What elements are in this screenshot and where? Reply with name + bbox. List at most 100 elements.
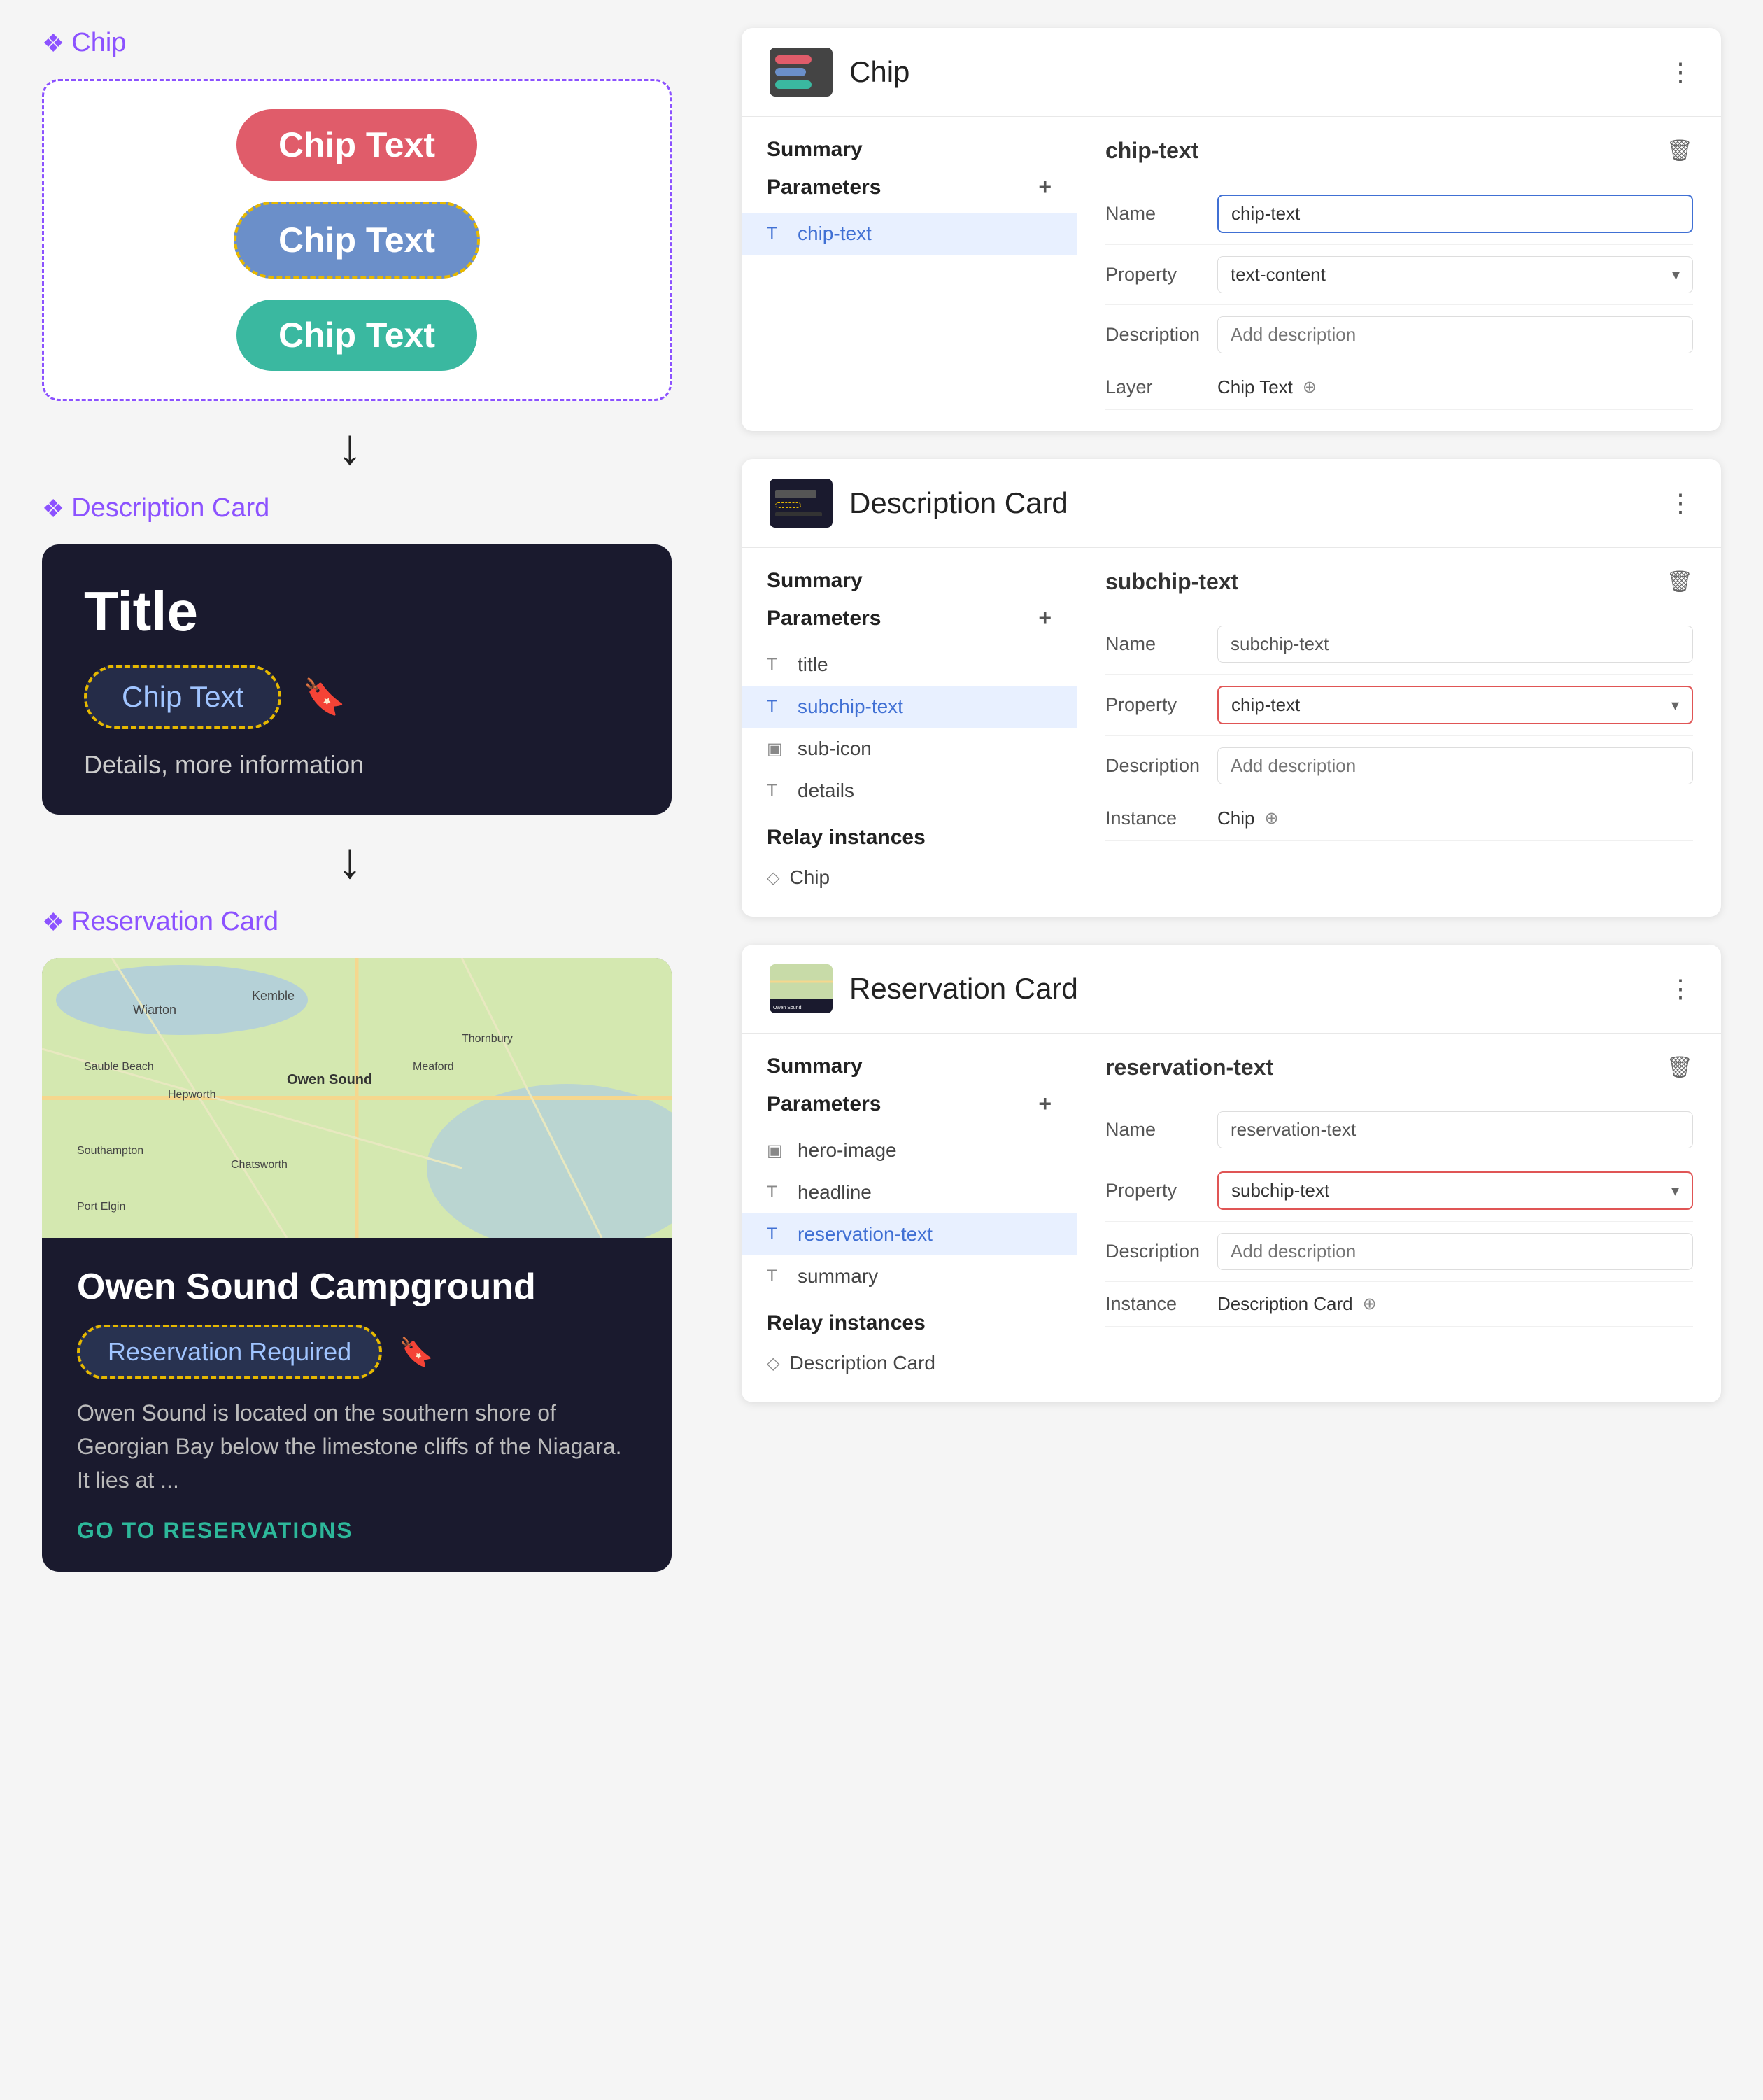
desc-panel-right: subchip-text 🗑 Name Property chip-text ▾ (1077, 548, 1721, 917)
chip-panel-header: Chip ⋮ (742, 28, 1721, 117)
chip-panel-card: Chip ⋮ Summary Parameters + T chip-text (742, 28, 1721, 431)
desc-description-input[interactable] (1217, 747, 1693, 784)
desc-relay-diamond: ◇ (767, 868, 779, 888)
chip-pill-red: Chip Text (236, 109, 477, 181)
res-property-value[interactable]: subchip-text ▾ (1217, 1171, 1693, 1210)
desc-property-label: Property (1105, 694, 1217, 716)
desc-panel-kebab[interactable]: ⋮ (1668, 488, 1693, 518)
res-property-chevron: ▾ (1671, 1182, 1679, 1200)
diamond-icon-2: ❖ (42, 494, 64, 523)
rc-chip: Reservation Required (77, 1325, 382, 1379)
desc-param-subchip[interactable]: T subchip-text (742, 686, 1077, 728)
res-relay-desc[interactable]: ◇ Description Card (767, 1345, 1052, 1381)
desc-panel-card: Description Card ⋮ Summary Parameters + … (742, 459, 1721, 917)
chip-description-input[interactable] (1217, 316, 1693, 353)
res-card-preview: Wiarton Kemble Sauble Beach Hepworth Owe… (42, 958, 672, 1572)
chip-panel-kebab[interactable]: ⋮ (1668, 57, 1693, 87)
res-plus-icon[interactable]: + (1038, 1091, 1052, 1117)
desc-panel-header: Description Card ⋮ (742, 459, 1721, 548)
chip-pill-blue: Chip Text (234, 202, 480, 279)
res-trash-icon[interactable]: 🗑 (1666, 1055, 1693, 1080)
desc-relay-section: Relay instances ◇ Chip (742, 812, 1077, 896)
desc-right-header: subchip-text 🗑 (1105, 569, 1693, 595)
res-panel-kebab[interactable]: ⋮ (1668, 974, 1693, 1003)
chip-panel-title: Chip (849, 55, 909, 89)
svg-text:Southampton: Southampton (77, 1145, 143, 1157)
desc-description-value (1217, 747, 1693, 784)
chip-description-label: Description (1105, 324, 1217, 346)
res-panel-header-left: Owen Sound Reservation Card (770, 964, 1078, 1013)
desc-property-select-text: chip-text (1231, 694, 1671, 716)
desc-property-select[interactable]: chip-text ▾ (1217, 686, 1693, 724)
bookmark-icon: 🔖 (302, 677, 346, 718)
res-params-title: Parameters + (742, 1091, 1077, 1129)
desc-param-img: ▣ (767, 739, 786, 759)
desc-name-value (1217, 626, 1693, 663)
chip-description-value (1217, 316, 1693, 353)
desc-param-T2: T (767, 697, 786, 717)
res-relay-title: Relay instances (767, 1311, 1052, 1335)
res-panel-right: reservation-text 🗑 Name Property subchip… (1077, 1034, 1721, 1402)
desc-card-details: Details, more information (84, 750, 630, 780)
desc-panel-left: Summary Parameters + T title T subchip-t… (742, 548, 1077, 917)
res-description-input[interactable] (1217, 1233, 1693, 1270)
chip-layer-row: Layer Chip Text ⊕ (1105, 365, 1693, 410)
desc-param-name-label: subchip-text (1105, 569, 1238, 595)
chip-property-select[interactable]: text-content ▾ (1217, 256, 1693, 293)
chip-param-item-chip-text[interactable]: T chip-text (742, 213, 1077, 255)
chip-property-value[interactable]: text-content ▾ (1217, 256, 1693, 293)
chip-plus-icon[interactable]: + (1038, 174, 1052, 200)
desc-property-row: Property chip-text ▾ (1105, 675, 1693, 736)
desc-plus-icon[interactable]: + (1038, 605, 1052, 631)
res-relay-desc-name: Description Card (789, 1352, 935, 1374)
svg-text:Port Elgin: Port Elgin (77, 1201, 125, 1213)
chip-section-label: ❖ Chip (42, 28, 126, 58)
desc-property-chevron: ▾ (1671, 696, 1679, 714)
chip-label-text: Chip (71, 28, 126, 58)
res-property-row: Property subchip-text ▾ (1105, 1160, 1693, 1222)
rc-chip-row: Reservation Required 🔖 (77, 1325, 637, 1379)
desc-property-value[interactable]: chip-text ▾ (1217, 686, 1693, 724)
res-instance-link[interactable]: Description Card ⊕ (1217, 1293, 1693, 1315)
res-param-reservation-text[interactable]: T reservation-text (742, 1213, 1077, 1255)
desc-param-details-name: details (798, 780, 854, 802)
res-param-hero[interactable]: ▣ hero-image (742, 1129, 1077, 1171)
chip-summary-title: Summary (742, 138, 1077, 174)
svg-text:Hepworth: Hepworth (168, 1089, 215, 1101)
desc-summary-title: Summary (742, 569, 1077, 605)
desc-name-input[interactable] (1217, 626, 1693, 663)
res-summary-title: Summary (742, 1055, 1077, 1091)
desc-card-preview: Title Chip Text 🔖 Details, more informat… (42, 544, 672, 815)
chip-layer-link[interactable]: Chip Text ⊕ (1217, 376, 1693, 398)
chip-trash-icon[interactable]: 🗑 (1666, 139, 1693, 163)
chip-panel-right: chip-text 🗑 Name Property text-content ▾ (1077, 117, 1721, 431)
desc-instance-link[interactable]: Chip ⊕ (1217, 808, 1693, 829)
desc-label-text: Description Card (71, 493, 269, 523)
chip-property-row: Property text-content ▾ (1105, 245, 1693, 305)
chip-property-select-text: text-content (1231, 264, 1672, 286)
chip-layer-value: Chip Text ⊕ (1217, 376, 1693, 398)
res-name-input[interactable] (1217, 1111, 1693, 1148)
desc-instance-target-icon: ⊕ (1264, 808, 1278, 829)
desc-trash-icon[interactable]: 🗑 (1666, 570, 1693, 594)
chip-property-label: Property (1105, 264, 1217, 286)
desc-param-subicon[interactable]: ▣ sub-icon (742, 728, 1077, 770)
chip-name-input[interactable] (1217, 195, 1693, 233)
res-card-headline: Owen Sound Campground (77, 1266, 637, 1308)
desc-params-label: Parameters (767, 607, 881, 630)
res-card-body: Owen Sound Campground Reservation Requir… (42, 1238, 672, 1572)
res-param-headline[interactable]: T headline (742, 1171, 1077, 1213)
desc-relay-chip-name: Chip (789, 866, 830, 889)
desc-panel-header-left: Description Card (770, 479, 1068, 528)
desc-relay-chip[interactable]: ◇ Chip (767, 859, 1052, 896)
desc-param-title[interactable]: T title (742, 644, 1077, 686)
res-property-select[interactable]: subchip-text ▾ (1217, 1171, 1693, 1210)
res-panel-header: Owen Sound Reservation Card ⋮ (742, 945, 1721, 1034)
rc-link[interactable]: GO TO RESERVATIONS (77, 1518, 637, 1544)
res-param-summary[interactable]: T summary (742, 1255, 1077, 1297)
res-instance-label: Instance (1105, 1293, 1217, 1315)
chip-panel-header-left: Chip (770, 48, 909, 97)
desc-relay-title: Relay instances (767, 826, 1052, 850)
desc-param-details[interactable]: T details (742, 770, 1077, 812)
res-section-label: ❖ Reservation Card (42, 907, 278, 937)
